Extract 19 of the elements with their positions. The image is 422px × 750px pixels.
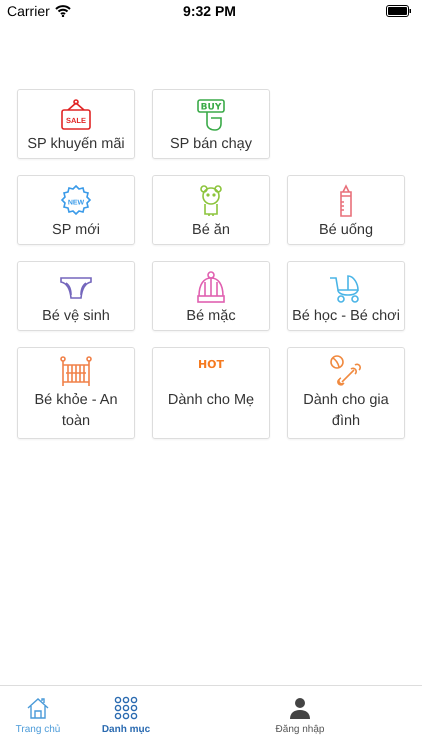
category-tile[interactable]: Bé học - Bé chơi: [287, 261, 405, 331]
category-tile[interactable]: Dành cho gia đình: [287, 347, 405, 439]
category-tile[interactable]: Bé uống: [287, 175, 405, 245]
grid-icon: [114, 696, 138, 720]
category-tile[interactable]: Bé vệ sinh: [17, 261, 135, 331]
category-tile[interactable]: Bé ăn: [152, 175, 270, 245]
clock-time: 9:32 PM: [183, 3, 236, 19]
hot-icon: HOT: [193, 354, 229, 388]
wifi-icon: [54, 5, 71, 17]
battery-icon: [386, 5, 412, 17]
category-tile[interactable]: Bé mặc: [152, 261, 270, 331]
carrier-name: Carrier: [7, 3, 50, 19]
tab-bar-item[interactable]: Danh mục: [88, 694, 164, 737]
tab-bar-item[interactable]: Đăng nhập: [262, 694, 338, 737]
house-icon: [26, 696, 50, 720]
person-icon: [288, 696, 312, 720]
category-tile[interactable]: Bé khỏe - An toàn: [17, 347, 135, 439]
category-tile[interactable]: HOT Dành cho Mẹ: [152, 347, 270, 439]
category-tile[interactable]: BUY SP bán chạy: [152, 89, 270, 159]
